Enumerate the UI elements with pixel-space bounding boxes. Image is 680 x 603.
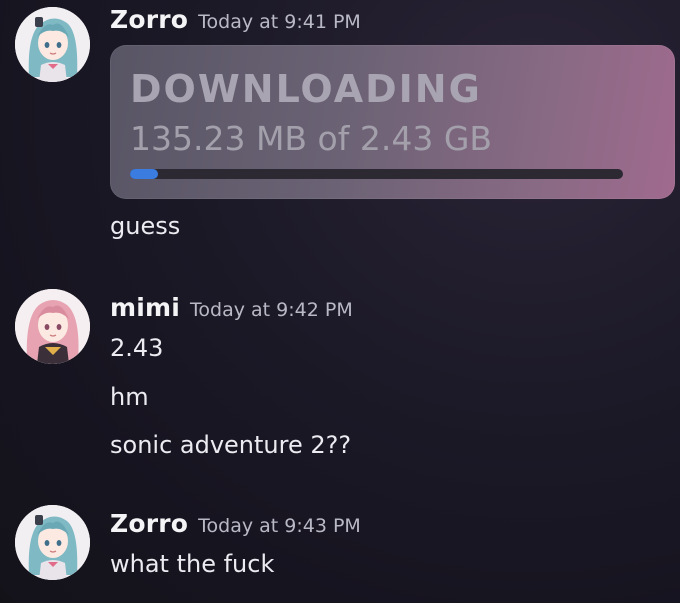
username[interactable]: Zorro: [110, 509, 188, 538]
timestamp: Today at 9:43 PM: [198, 515, 361, 537]
download-progress-fill: [130, 169, 158, 179]
username[interactable]: Zorro: [110, 5, 188, 34]
download-progress-bar: [130, 169, 623, 179]
anime-avatar-pink-hair-icon: [15, 289, 90, 364]
username[interactable]: mimi: [110, 293, 180, 322]
timestamp: Today at 9:42 PM: [190, 299, 353, 321]
message-text: hm: [110, 383, 149, 411]
anime-avatar-teal-hair-icon: [15, 7, 90, 82]
avatar[interactable]: [15, 7, 90, 82]
message-text: guess: [110, 212, 181, 240]
timestamp: Today at 9:41 PM: [198, 11, 361, 33]
avatar[interactable]: [15, 505, 90, 580]
anime-avatar-teal-hair-icon: [15, 505, 90, 580]
message-text: sonic adventure 2??: [110, 431, 352, 459]
download-title: DOWNLOADING: [130, 67, 482, 111]
download-size-text: 135.23 MB of 2.43 GB: [130, 119, 493, 158]
avatar[interactable]: [15, 289, 90, 364]
message-text: 2.43: [110, 334, 164, 362]
message-text: what the fuck: [110, 550, 275, 578]
